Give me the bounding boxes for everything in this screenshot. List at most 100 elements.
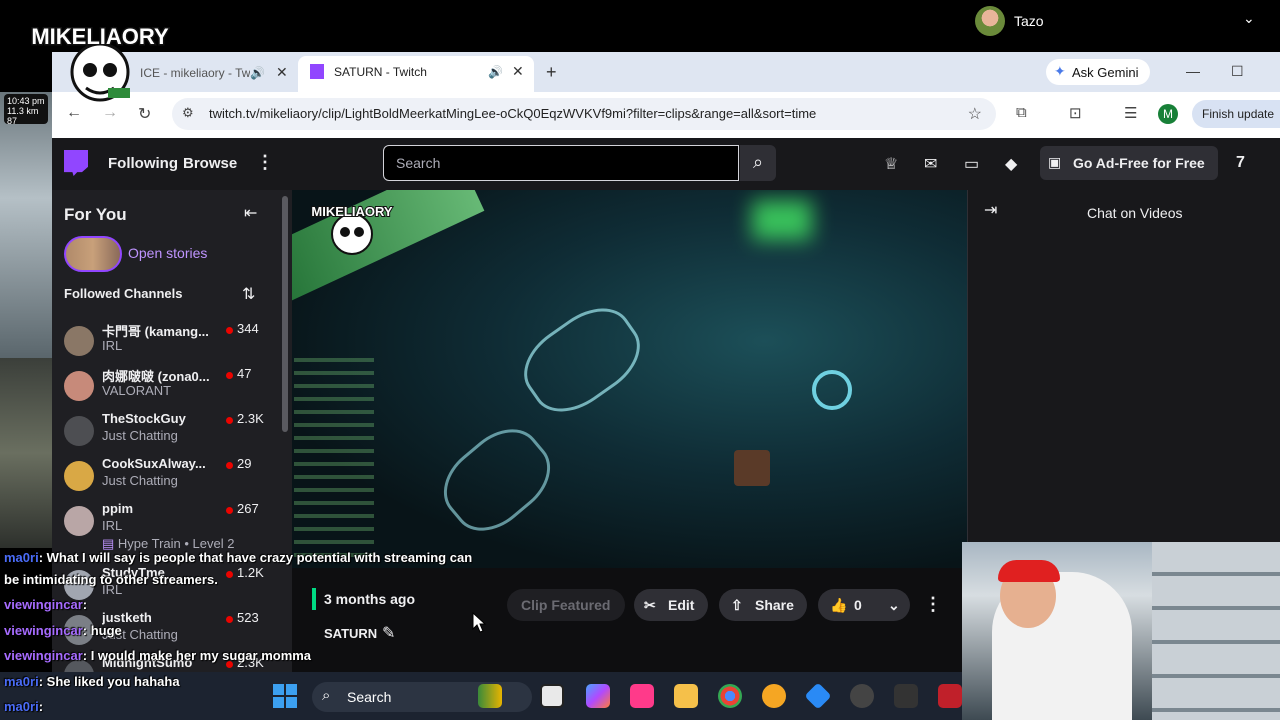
edit-button[interactable]: ✂ Edit xyxy=(634,589,708,621)
chat-message: : xyxy=(82,597,88,612)
clip-featured-button[interactable]: Clip Featured xyxy=(507,589,625,621)
profile-avatar[interactable] xyxy=(975,6,1005,36)
tab-saturn[interactable]: SATURN - Twitch 🔊 ✕ xyxy=(298,56,534,92)
channel-category: Just Chatting xyxy=(102,473,178,488)
chat-username: viewingincar xyxy=(4,623,83,638)
maximize-button[interactable]: ☐ xyxy=(1231,63,1244,80)
stream-logo: MIKELIAORY xyxy=(30,23,170,102)
close-icon[interactable]: ✕ xyxy=(512,63,524,80)
open-stories-link[interactable]: Open stories xyxy=(128,245,207,261)
sidebar-channel[interactable]: 卡門哥 (kamang... IRL 344 xyxy=(52,320,280,365)
windows-start-icon[interactable] xyxy=(273,684,297,708)
avatar xyxy=(64,461,94,491)
speaker-icon[interactable]: 🔊 xyxy=(250,66,265,80)
video-glasses-lens xyxy=(509,292,655,428)
chat-message: : She liked you hahaha xyxy=(38,674,180,689)
twitch-icon xyxy=(310,64,324,79)
translate-icon[interactable]: 7 xyxy=(1236,154,1245,172)
file-explorer-icon[interactable] xyxy=(674,684,698,708)
address-bar[interactable]: ⚙ twitch.tv/mikeliaory/clip/LightBoldMee… xyxy=(172,98,996,130)
search-input[interactable]: Search xyxy=(383,145,739,181)
speaker-icon[interactable]: 🔊 xyxy=(488,65,503,79)
video-chat-overlay xyxy=(294,358,374,558)
bits-icon[interactable]: ◆ xyxy=(1005,154,1017,174)
picsart-icon[interactable] xyxy=(630,684,654,708)
back-icon[interactable]: ← xyxy=(66,104,82,122)
share-button[interactable]: ⇧ Share xyxy=(719,589,807,621)
minimize-button[interactable]: — xyxy=(1186,63,1200,79)
overlay-chat-line: be intimidating to other streamers. xyxy=(4,572,218,587)
ad-free-label: Go Ad-Free for Free xyxy=(1073,155,1205,171)
stories-avatars[interactable] xyxy=(64,236,122,272)
profile-name[interactable]: Tazo xyxy=(1014,13,1044,29)
more-icon[interactable]: ⋮ xyxy=(256,152,274,173)
url-text[interactable]: twitch.tv/mikeliaory/clip/LightBoldMeerk… xyxy=(209,106,816,121)
chat-username: viewingincar xyxy=(4,648,83,663)
webcam-shelf xyxy=(1152,542,1280,720)
overlay-chat-line: viewingincar: I would make her my sugar … xyxy=(4,648,311,663)
collapse-sidebar-icon[interactable]: ⇤ xyxy=(244,203,257,223)
nav-browse[interactable]: Browse xyxy=(183,155,237,172)
obs-icon[interactable] xyxy=(850,684,874,708)
recording-app-icon[interactable] xyxy=(938,684,962,708)
avatar xyxy=(64,371,94,401)
chrome-icon[interactable] xyxy=(718,684,742,708)
new-tab-button[interactable]: + xyxy=(546,62,557,83)
media-icon[interactable]: ☰ xyxy=(1124,104,1137,122)
chat-username: ma0ri xyxy=(4,550,39,565)
sidebar-channel[interactable]: TheStockGuy Just Chatting 2.3K xyxy=(52,410,280,455)
finish-update-button[interactable]: Finish update xyxy=(1192,100,1280,128)
channel-category: IRL xyxy=(102,338,123,353)
edit-title-pencil-icon[interactable]: ✎ xyxy=(382,623,395,643)
hype-train-text: Hype Train • Level 2 xyxy=(117,536,235,551)
hype-train-icon: ▤ xyxy=(102,536,118,551)
reload-icon[interactable]: ↻ xyxy=(138,104,151,124)
lens-icon[interactable]: ⊡ xyxy=(1069,104,1082,122)
gemini-icon: ✦ xyxy=(1054,63,1066,79)
streamer-webcam xyxy=(962,542,1280,720)
viewer-count: 1.2K xyxy=(237,565,264,580)
site-info-icon[interactable]: ⚙ xyxy=(182,105,194,121)
more-options-icon[interactable]: ⋮ xyxy=(924,594,942,615)
logo-text: MIKELIAORY xyxy=(31,24,169,49)
sun-app-icon[interactable] xyxy=(762,684,786,708)
widgets-app-icon[interactable] xyxy=(478,684,502,708)
nav-following[interactable]: Following xyxy=(108,155,178,172)
extensions-icon[interactable]: ⧉ xyxy=(1016,104,1027,121)
inbox-icon[interactable]: ✉ xyxy=(924,154,937,174)
chevron-down-icon[interactable]: ⌄ xyxy=(1243,10,1255,27)
clip-featured-label: Clip Featured xyxy=(521,597,611,613)
channel-name: CookSuxAlway... xyxy=(102,456,206,471)
chat-message: : xyxy=(38,699,44,714)
live-dot-icon xyxy=(226,417,233,424)
chevron-down-icon[interactable]: ⌄ xyxy=(888,597,900,614)
whispers-icon[interactable]: ▭ xyxy=(964,154,979,174)
share-label: Share xyxy=(755,597,794,613)
chrome-profile-avatar[interactable]: M xyxy=(1158,104,1178,124)
video-glasses-lens xyxy=(429,414,565,546)
share-icon: ⇧ xyxy=(731,597,743,613)
live-dot-icon xyxy=(226,327,233,334)
sidebar-scrollbar[interactable] xyxy=(282,196,288,432)
prime-crown-icon[interactable]: ♕ xyxy=(884,154,898,174)
close-icon[interactable]: ✕ xyxy=(276,64,288,81)
copilot-icon[interactable] xyxy=(586,684,610,708)
sort-icon[interactable]: ⇅ xyxy=(242,284,255,304)
avatar xyxy=(64,506,94,536)
srt-app-icon[interactable] xyxy=(894,684,918,708)
like-button[interactable]: 👍 0 ⌄ xyxy=(818,589,910,621)
task-view-icon[interactable] xyxy=(540,684,564,708)
live-dot-icon xyxy=(226,462,233,469)
forward-icon[interactable]: → xyxy=(102,104,118,122)
channel-name: TheStockGuy xyxy=(102,411,186,426)
clip-age: 3 months ago xyxy=(324,591,416,607)
sidebar-channel[interactable]: CookSuxAlway... Just Chatting 29 xyxy=(52,455,280,500)
expand-chat-icon[interactable]: ⇥ xyxy=(984,200,997,220)
sidebar-channel[interactable]: 肉娜啵啵 (zona0... VALORANT 47 xyxy=(52,365,280,410)
search-icon[interactable]: ⌕ xyxy=(740,145,776,181)
ask-gemini-button[interactable]: ✦ Ask Gemini xyxy=(1046,59,1150,85)
overlay-chat-line: viewingincar: huge xyxy=(4,623,122,638)
ad-free-button[interactable]: ▣ Go Ad-Free for Free xyxy=(1040,146,1218,180)
viewer-count: 267 xyxy=(237,501,259,516)
bookmark-star-icon[interactable]: ☆ xyxy=(968,104,982,124)
